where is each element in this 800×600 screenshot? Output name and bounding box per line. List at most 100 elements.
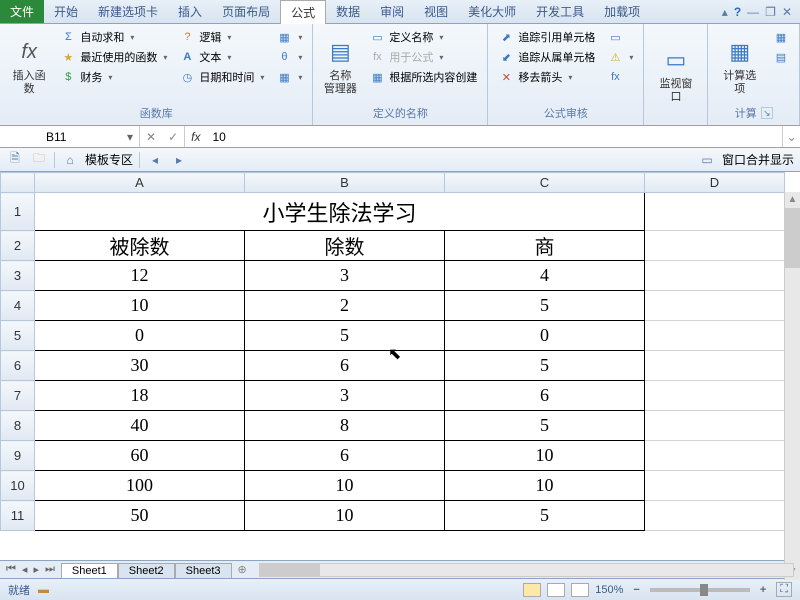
- more-fn-3-button[interactable]: ▦▾: [272, 68, 306, 86]
- cell-B8[interactable]: 8: [245, 411, 445, 441]
- cell-C6[interactable]: 5: [445, 351, 645, 381]
- cell-B7[interactable]: 3: [245, 381, 445, 411]
- name-box-dropdown[interactable]: ▾: [127, 130, 133, 144]
- scroll-up-icon[interactable]: ▲: [785, 192, 800, 208]
- zoom-slider[interactable]: [650, 588, 750, 592]
- vertical-scrollbar[interactable]: ▲ ▼: [784, 192, 800, 580]
- row-header-3[interactable]: 3: [1, 261, 35, 291]
- cell-B3[interactable]: 3: [245, 261, 445, 291]
- nav-back-icon[interactable]: ◂: [146, 151, 164, 169]
- remove-arrows-button[interactable]: ✕移去箭头▾: [494, 68, 599, 86]
- insert-function-button[interactable]: fx 插入函数: [6, 28, 52, 103]
- cell-A2[interactable]: 被除数: [35, 231, 245, 261]
- menu-developer[interactable]: 开发工具: [526, 0, 594, 23]
- help-icon[interactable]: ?: [734, 5, 741, 19]
- col-header-D[interactable]: D: [645, 173, 785, 193]
- evaluate-formula-button[interactable]: fx: [603, 68, 637, 86]
- use-in-formula-button[interactable]: fx用于公式▾: [365, 48, 481, 66]
- cell-C5[interactable]: 0: [445, 321, 645, 351]
- cell-C2[interactable]: 商: [445, 231, 645, 261]
- accept-formula-icon[interactable]: ✓: [162, 130, 184, 144]
- cell-A9[interactable]: 60: [35, 441, 245, 471]
- tab-nav-first-icon[interactable]: ⏮: [4, 563, 18, 576]
- error-check-button[interactable]: ⚠▾: [603, 48, 637, 66]
- cell-A4[interactable]: 10: [35, 291, 245, 321]
- sheet-tab-1[interactable]: Sheet1: [61, 563, 118, 578]
- new-file-icon[interactable]: 🗎: [6, 151, 24, 169]
- more-fn-2-button[interactable]: θ▾: [272, 48, 306, 66]
- define-name-button[interactable]: ▭定义名称▾: [365, 28, 481, 46]
- zoom-slider-thumb[interactable]: [700, 584, 708, 596]
- home-icon[interactable]: ⌂: [61, 151, 79, 169]
- trace-precedents-button[interactable]: ⬈追踪引用单元格: [494, 28, 599, 46]
- fx-icon[interactable]: fx: [185, 126, 206, 147]
- row-header-7[interactable]: 7: [1, 381, 35, 411]
- restore-window-icon[interactable]: ❐: [765, 5, 776, 19]
- col-header-A[interactable]: A: [35, 173, 245, 193]
- cell-D1[interactable]: [645, 193, 785, 231]
- cell-D9[interactable]: [645, 441, 785, 471]
- cell-D2[interactable]: [645, 231, 785, 261]
- new-sheet-icon[interactable]: ⊕: [232, 563, 253, 576]
- menu-insert[interactable]: 插入: [168, 0, 212, 23]
- menu-file[interactable]: 文件: [0, 0, 44, 23]
- row-header-5[interactable]: 5: [1, 321, 35, 351]
- cell-C7[interactable]: 6: [445, 381, 645, 411]
- horizontal-scrollbar[interactable]: [259, 563, 794, 577]
- row-header-1[interactable]: 1: [1, 193, 35, 231]
- text-button[interactable]: A文本▾: [175, 48, 268, 66]
- formula-input[interactable]: [206, 126, 782, 147]
- cell-D5[interactable]: [645, 321, 785, 351]
- cell-B2[interactable]: 除数: [245, 231, 445, 261]
- window-merge-button[interactable]: 窗口合并显示: [722, 151, 794, 168]
- calc-now-button[interactable]: ▦: [769, 28, 793, 46]
- cell-A6[interactable]: 30: [35, 351, 245, 381]
- cell-D11[interactable]: [645, 501, 785, 531]
- datetime-button[interactable]: ◷日期和时间▾: [175, 68, 268, 86]
- logical-button[interactable]: ?逻辑▾: [175, 28, 268, 46]
- minimize-window-icon[interactable]: —: [747, 5, 759, 19]
- zoom-out-button[interactable]: −: [629, 584, 643, 596]
- nav-fwd-icon[interactable]: ▸: [170, 151, 188, 169]
- cell-A5[interactable]: 0: [35, 321, 245, 351]
- sheet-tab-3[interactable]: Sheet3: [175, 563, 232, 578]
- name-box[interactable]: ▾: [40, 126, 140, 147]
- row-header-4[interactable]: 4: [1, 291, 35, 321]
- cell-D4[interactable]: [645, 291, 785, 321]
- name-box-input[interactable]: [46, 130, 127, 144]
- trace-dependents-button[interactable]: ⬋追踪从属单元格: [494, 48, 599, 66]
- cell-C9[interactable]: 10: [445, 441, 645, 471]
- cancel-formula-icon[interactable]: ✕: [140, 130, 162, 144]
- cell-title[interactable]: 小学生除法学习: [35, 193, 645, 231]
- cell-C8[interactable]: 5: [445, 411, 645, 441]
- calc-options-button[interactable]: ▦ 计算选项: [714, 28, 765, 103]
- close-window-icon[interactable]: ✕: [782, 5, 792, 19]
- calc-dialog-launcher[interactable]: ↘: [761, 107, 773, 119]
- normal-view-button[interactable]: [523, 583, 541, 597]
- menu-home[interactable]: 开始: [44, 0, 88, 23]
- zoom-level[interactable]: 150%: [595, 584, 623, 596]
- cell-A3[interactable]: 12: [35, 261, 245, 291]
- template-zone-button[interactable]: 模板专区: [85, 151, 133, 168]
- cell-A7[interactable]: 18: [35, 381, 245, 411]
- fullscreen-icon[interactable]: ⛶: [776, 582, 792, 597]
- page-break-view-button[interactable]: [571, 583, 589, 597]
- row-header-8[interactable]: 8: [1, 411, 35, 441]
- sheet-tab-2[interactable]: Sheet2: [118, 563, 175, 578]
- cell-D3[interactable]: [645, 261, 785, 291]
- row-header-6[interactable]: 6: [1, 351, 35, 381]
- cell-B4[interactable]: 2: [245, 291, 445, 321]
- calc-sheet-button[interactable]: ▤: [769, 48, 793, 66]
- expand-formula-bar-icon[interactable]: ⌄: [782, 126, 800, 147]
- tab-nav-next-icon[interactable]: ▸: [31, 563, 41, 576]
- cell-B9[interactable]: 6: [245, 441, 445, 471]
- cell-A10[interactable]: 100: [35, 471, 245, 501]
- page-layout-view-button[interactable]: [547, 583, 565, 597]
- show-formulas-button[interactable]: ▭: [603, 28, 637, 46]
- row-header-10[interactable]: 10: [1, 471, 35, 501]
- menu-page-layout[interactable]: 页面布局: [212, 0, 280, 23]
- zoom-in-button[interactable]: +: [756, 584, 770, 596]
- cell-B5[interactable]: 5: [245, 321, 445, 351]
- collapse-ribbon-icon[interactable]: ▴: [722, 5, 728, 19]
- menu-new-tab[interactable]: 新建选项卡: [88, 0, 168, 23]
